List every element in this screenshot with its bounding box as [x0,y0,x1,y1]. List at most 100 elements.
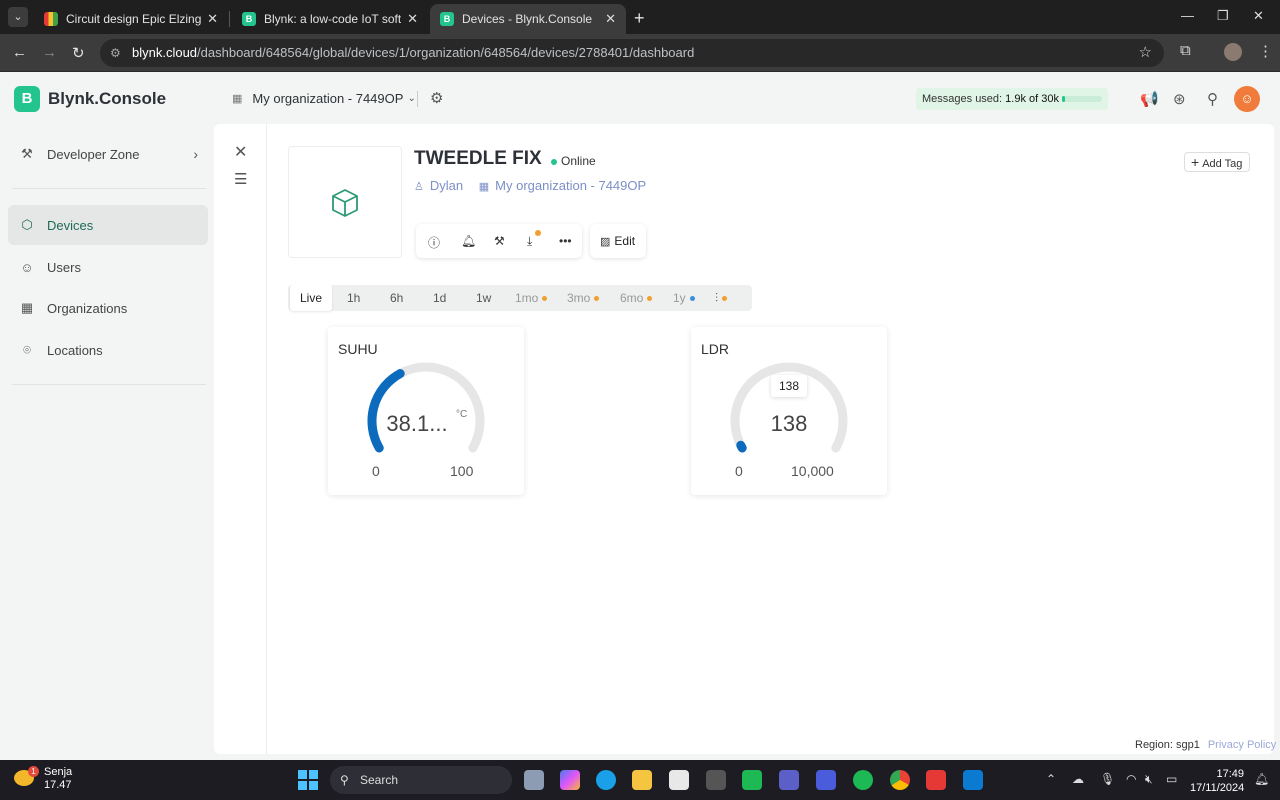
edge-icon[interactable] [596,770,616,790]
volume-muted-icon[interactable]: 🔇︎ [1145,772,1153,787]
edit-icon: ▨ [600,236,611,248]
sidebar-item-users[interactable]: ☺ Users [8,247,208,287]
browser-tab-2[interactable]: B Blynk: a low-code IoT software p ✕ [232,4,428,34]
address-bar[interactable]: ⚙ blynk.cloud/dashboard/648564/global/de… [100,39,1164,67]
device-meta: ♙ Dylan ▦ My organization - 7449OP [414,178,646,193]
reload-icon[interactable]: ↻ [72,44,85,62]
task-view-icon[interactable] [524,770,544,790]
online-dot-icon [551,158,557,165]
download-icon[interactable]: ⤓ [527,234,532,249]
gear-icon[interactable]: ⚙ [430,89,443,107]
time-range-selector: Live 1h 6h 1d 1w 1mo 3mo 6mo 1y ⫶ [288,285,752,311]
range-1w[interactable]: 1w [476,285,491,311]
browser-tab-1[interactable]: Circuit design Epic Elzing-Leelo ✕ [34,4,228,34]
copilot-icon[interactable] [560,770,580,790]
range-1y[interactable]: 1y [673,285,695,311]
gauge-widget-ldr[interactable]: LDR 138 138 0 10,000 [691,327,887,495]
battery-icon[interactable]: ▭ [1166,772,1177,786]
vscode-icon[interactable] [963,770,983,790]
wifi-icon[interactable]: ◠ [1126,772,1136,786]
browser-tab-3-active[interactable]: B Devices - Blynk.Console ✕ [430,4,626,34]
extensions-puzzle-icon[interactable]: ⧉ [1180,42,1191,59]
forward-arrow-icon[interactable]: → [42,44,57,61]
more-dots-icon[interactable]: ••• [559,234,572,248]
close-tab-icon[interactable]: ✕ [407,11,418,27]
spotify-icon[interactable] [853,770,873,790]
messages-progress-fill [1062,96,1065,102]
gauge-fill [736,440,747,453]
onedrive-cloud-icon[interactable]: ☁ [1072,772,1084,786]
custom-range-sliders-icon[interactable]: ⫶ [715,285,728,311]
taskbar-search[interactable]: ⚲ Search [330,766,512,794]
gauge-widget-suhu[interactable]: SUHU 38.1... °C 0 100 [328,327,524,495]
restore-icon[interactable]: ❐ [1217,8,1229,24]
device-image-placeholder[interactable] [288,146,402,258]
tab-title: Circuit design Epic Elzing-Leelo [66,12,202,26]
tools-icon[interactable]: ⚒ [494,234,505,248]
chrome-icon[interactable] [890,770,910,790]
window-close-icon[interactable]: ✕ [1253,8,1264,24]
tray-chevron-up-icon[interactable]: ⌃ [1046,772,1056,786]
organization-selector[interactable]: ▦ My organization - 7449OP ⌄ [232,91,416,106]
bookmark-star-icon[interactable]: ☆ [1139,39,1152,67]
notification-bell-icon[interactable]: 🔔︎ [1254,772,1269,786]
sidebar-item-locations[interactable]: ⌾ Locations [8,330,208,370]
bell-icon[interactable]: 🔔︎ [461,234,476,248]
user-avatar[interactable]: ☺ [1234,86,1260,112]
browser-menu-icon[interactable]: ⋮ [1258,42,1273,60]
device-org-link[interactable]: My organization - 7449OP [495,178,646,193]
blynk-logo[interactable]: B Blynk.Console [14,86,166,112]
app-icon[interactable] [706,770,726,790]
add-tag-button[interactable]: + Add Tag [1184,152,1250,172]
xbox-icon[interactable] [742,770,762,790]
messages-usage-badge[interactable]: Messages used: 1.9k of 30k [916,88,1108,110]
help-lifebuoy-icon[interactable]: ⊛ [1173,90,1186,108]
gauge-value: 38.1... [386,411,448,436]
recorder-icon[interactable] [926,770,946,790]
clock-time: 17:49 [1216,768,1244,780]
windows-start-icon[interactable] [298,770,318,790]
microphone-icon[interactable]: 🎙︎ [1100,772,1115,786]
device-name: TWEEDLE FIX [414,148,542,169]
minimize-icon[interactable]: — [1181,8,1194,23]
range-1mo[interactable]: 1mo [515,285,548,311]
close-tab-icon[interactable]: ✕ [207,11,218,27]
megaphone-icon[interactable]: 📢 [1140,90,1159,108]
hamburger-menu-icon[interactable]: ☰ [234,170,247,188]
range-6mo[interactable]: 6mo [620,285,653,311]
sidebar-item-devices[interactable]: ⬡ Devices [8,205,208,245]
bug-report-icon[interactable]: ⚲ [1207,90,1218,108]
app-icon[interactable] [816,770,836,790]
range-1d[interactable]: 1d [433,285,446,311]
close-icon[interactable]: ✕ [234,142,247,162]
gauge-max: 100 [450,463,474,479]
range-1h[interactable]: 1h [347,285,360,311]
sidebar-item-organizations[interactable]: ▦ Organizations [8,288,208,328]
back-arrow-icon[interactable]: ← [12,44,27,61]
chevron-down-icon: ⌄ [407,93,416,104]
sidebar-divider [12,384,206,385]
sidebar-item-developer-zone[interactable]: ⚒ Developer Zone › [8,134,208,174]
device-owner-link[interactable]: Dylan [430,178,463,193]
tab-search-chevron-icon[interactable]: ⌄ [8,7,28,27]
edit-button[interactable]: ▨ Edit [590,224,646,258]
range-live[interactable]: Live [290,285,333,311]
widget-title: LDR [701,341,730,357]
range-6h[interactable]: 6h [390,285,403,311]
plus-icon: + [1191,154,1200,170]
file-explorer-icon[interactable] [632,770,652,790]
info-icon[interactable]: ⓘ [428,234,440,251]
close-tab-icon[interactable]: ✕ [605,11,616,27]
search-icon: ⚲ [340,773,349,787]
sidebar-item-label: Developer Zone [47,146,140,162]
privacy-policy-link[interactable]: Privacy Policy [1208,739,1276,751]
tab-title: Blynk: a low-code IoT software p [264,12,402,26]
browser-profile-avatar[interactable] [1224,43,1242,61]
site-info-icon[interactable]: ⚙ [110,39,121,67]
store-icon[interactable] [669,770,689,790]
taskbar-clock[interactable]: 17:49 17/11/2024 [1190,767,1244,795]
teams-icon[interactable] [779,770,799,790]
url-host: blynk.cloud [132,45,198,60]
range-3mo[interactable]: 3mo [567,285,600,311]
new-tab-plus-icon[interactable]: + [634,8,645,29]
